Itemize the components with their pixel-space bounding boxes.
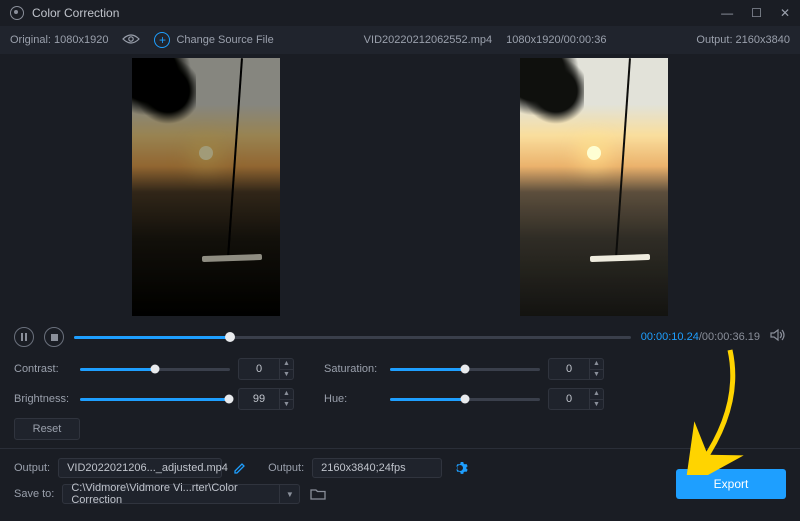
saturation-stepper[interactable]: 0 ▲▼: [548, 358, 604, 380]
current-time: 00:00:10.24: [641, 331, 699, 343]
original-resolution-label: Original: 1080x1920: [10, 34, 108, 46]
brightness-label: Brightness:: [14, 393, 72, 405]
timeline-slider[interactable]: [74, 336, 631, 339]
source-fileinfo: 1080x1920/00:00:36: [506, 34, 606, 46]
brightness-down-icon[interactable]: ▼: [280, 400, 293, 410]
preview-area: [0, 54, 800, 322]
duration-time: /00:00:36.19: [699, 331, 760, 343]
maximize-button[interactable]: ☐: [751, 6, 762, 20]
contrast-control: Contrast: 0 ▲▼: [14, 358, 294, 380]
app-logo-icon: [10, 6, 24, 20]
contrast-down-icon[interactable]: ▼: [280, 370, 293, 380]
saveto-dropdown-icon[interactable]: ▼: [280, 484, 300, 504]
stop-button[interactable]: [44, 327, 64, 347]
preview-toggle-icon[interactable]: [122, 33, 140, 48]
divider: [0, 448, 800, 449]
hue-down-icon[interactable]: ▼: [590, 400, 603, 410]
timecode: 00:00:10.24/00:00:36.19: [641, 331, 760, 343]
brightness-slider[interactable]: [80, 398, 230, 401]
saturation-label: Saturation:: [324, 363, 382, 375]
output-filename-field[interactable]: VID2022021206..._adjusted.mp4: [58, 458, 222, 478]
hue-control: Hue: 0 ▲▼: [324, 388, 604, 410]
source-filename: VID20220212062552.mp4: [364, 34, 492, 46]
output-label-1: Output:: [14, 462, 50, 474]
output-label-2: Output:: [268, 462, 304, 474]
adjusted-preview: [520, 58, 668, 316]
hue-label: Hue:: [324, 393, 382, 405]
export-button[interactable]: Export: [676, 469, 786, 499]
brightness-up-icon[interactable]: ▲: [280, 389, 293, 400]
contrast-label: Contrast:: [14, 363, 72, 375]
saturation-value: 0: [549, 363, 589, 375]
saveto-label: Save to:: [14, 488, 54, 500]
saveto-path-field[interactable]: C:\Vidmore\Vidmore Vi...rter\Color Corre…: [62, 484, 280, 504]
plus-icon: +: [154, 32, 170, 48]
reset-button[interactable]: Reset: [14, 418, 80, 440]
settings-icon[interactable]: [450, 458, 470, 478]
window-title: Color Correction: [32, 6, 119, 20]
saturation-slider[interactable]: [390, 368, 540, 371]
pause-button[interactable]: [14, 327, 34, 347]
brightness-stepper[interactable]: 99 ▲▼: [238, 388, 294, 410]
hue-value: 0: [549, 393, 589, 405]
edit-filename-icon[interactable]: [230, 458, 250, 478]
change-source-label: Change Source File: [176, 34, 273, 46]
contrast-stepper[interactable]: 0 ▲▼: [238, 358, 294, 380]
saturation-up-icon[interactable]: ▲: [590, 359, 603, 370]
minimize-button[interactable]: —: [721, 6, 733, 20]
hue-up-icon[interactable]: ▲: [590, 389, 603, 400]
source-bar: Original: 1080x1920 + Change Source File…: [0, 26, 800, 54]
volume-icon[interactable]: [770, 328, 786, 347]
hue-stepper[interactable]: 0 ▲▼: [548, 388, 604, 410]
close-button[interactable]: ✕: [780, 6, 790, 20]
title-bar: Color Correction — ☐ ✕: [0, 0, 800, 26]
output-format-field[interactable]: 2160x3840;24fps: [312, 458, 442, 478]
brightness-value: 99: [239, 393, 279, 405]
brightness-control: Brightness: 99 ▲▼: [14, 388, 294, 410]
hue-slider[interactable]: [390, 398, 540, 401]
open-folder-icon[interactable]: [308, 484, 328, 504]
change-source-button[interactable]: + Change Source File: [154, 32, 273, 48]
output-resolution-label: Output: 2160x3840: [696, 34, 790, 46]
contrast-slider[interactable]: [80, 368, 230, 371]
saturation-control: Saturation: 0 ▲▼: [324, 358, 604, 380]
playback-bar: 00:00:10.24/00:00:36.19: [0, 322, 800, 352]
contrast-up-icon[interactable]: ▲: [280, 359, 293, 370]
original-preview: [132, 58, 280, 316]
saturation-down-icon[interactable]: ▼: [590, 370, 603, 380]
contrast-value: 0: [239, 363, 279, 375]
